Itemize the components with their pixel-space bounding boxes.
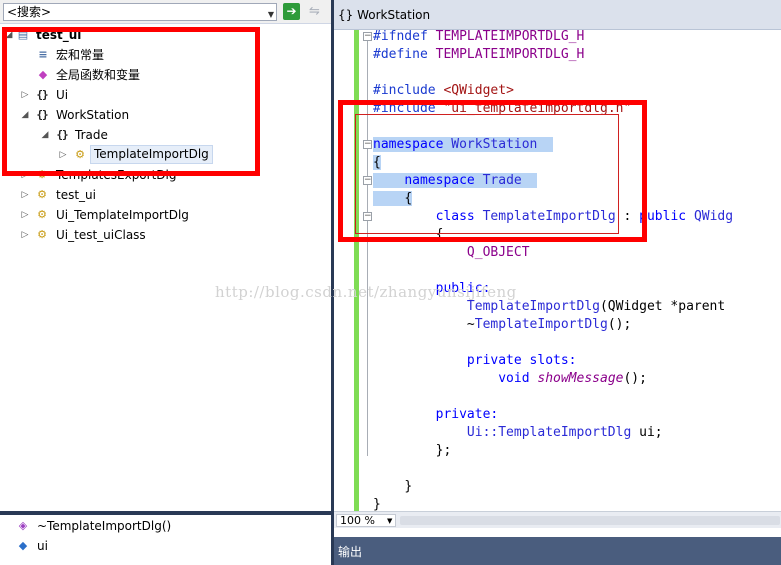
code-line-14: ~TemplateImportDlg(); — [466, 317, 632, 332]
chevron-down-icon[interactable]: ▼ — [387, 516, 392, 527]
code-line-20: } — [404, 479, 413, 494]
expand-triangle-icon[interactable]: ▷ — [20, 225, 30, 245]
code-line-16: void showMessage(); — [498, 371, 647, 386]
annotation-box-tree — [2, 27, 260, 176]
class-icon: ⚙ — [37, 208, 47, 221]
tree-item-label: Ui_test_uiClass — [56, 228, 146, 242]
annotation-box-code — [338, 100, 647, 242]
code-line-1: #ifndef TEMPLATEIMPORTDLG_H — [373, 29, 585, 44]
editor-navigation-bar: {} WorkStation — [334, 0, 781, 30]
code-line-15: private slots: — [466, 353, 577, 368]
tree-item-label: Ui_TemplateImportDlg — [56, 208, 189, 222]
field-icon: ◆ — [18, 539, 28, 552]
output-panel-header[interactable]: 输出 — [334, 537, 781, 565]
member-item-ui[interactable]: ◆ ui — [0, 536, 250, 556]
output-title: 输出 — [338, 545, 363, 559]
class-icon: ⚙ — [37, 188, 47, 201]
tree-item-test-ui[interactable]: ▷ ⚙ test_ui — [0, 185, 200, 205]
code-line-19: }; — [435, 443, 452, 458]
chevron-down-icon[interactable]: ▼ — [268, 7, 274, 23]
search-input[interactable]: <搜索> ▼ — [3, 3, 277, 21]
method-icon: ◈ — [18, 519, 28, 532]
tree-item-ui-test-uiclass[interactable]: ▷ ⚙ Ui_test_uiClass — [0, 225, 220, 245]
horizontal-scrollbar-area: 100 % ▼ — [334, 511, 781, 528]
green-arrow-go-icon[interactable]: ➔ — [283, 3, 300, 20]
watermark: http://blog.csdn.net/zhangyunsijifeng — [215, 283, 517, 301]
expand-triangle-icon[interactable]: ▷ — [20, 185, 30, 205]
expand-triangle-icon[interactable]: ▷ — [20, 205, 30, 225]
scope-dropdown[interactable]: {} WorkStation — [338, 5, 430, 25]
code-line-11: Q_OBJECT — [466, 245, 530, 260]
member-item-destructor[interactable]: ◈ ~TemplateImportDlg() — [0, 516, 250, 536]
zoom-value: 100 % — [340, 514, 375, 527]
zoom-dropdown[interactable]: 100 % ▼ — [336, 514, 396, 527]
code-line-18: Ui::TemplateImportDlg ui; — [466, 425, 663, 440]
member-label: ~TemplateImportDlg() — [37, 519, 172, 533]
members-pane: ◈ ~TemplateImportDlg() ◆ ui — [0, 515, 331, 565]
code-line-17: private: — [435, 407, 499, 422]
class-icon: ⚙ — [37, 228, 47, 241]
tree-item-ui-templateimportdlg[interactable]: ▷ ⚙ Ui_TemplateImportDlg — [0, 205, 220, 225]
search-input-value: <搜索> — [7, 5, 52, 19]
clear-icon[interactable]: ⇋ — [306, 4, 323, 20]
horizontal-scrollbar[interactable] — [400, 516, 780, 525]
member-label: ui — [37, 539, 48, 553]
fold-minus-icon[interactable]: − — [363, 32, 372, 41]
code-line-2: #define TEMPLATEIMPORTDLG_H — [373, 47, 585, 62]
search-toolbar: <搜索> ▼ ➔ ⇋ — [0, 0, 331, 24]
tree-item-label: test_ui — [56, 188, 96, 202]
code-line-3: #include <QWidget> — [373, 83, 514, 98]
